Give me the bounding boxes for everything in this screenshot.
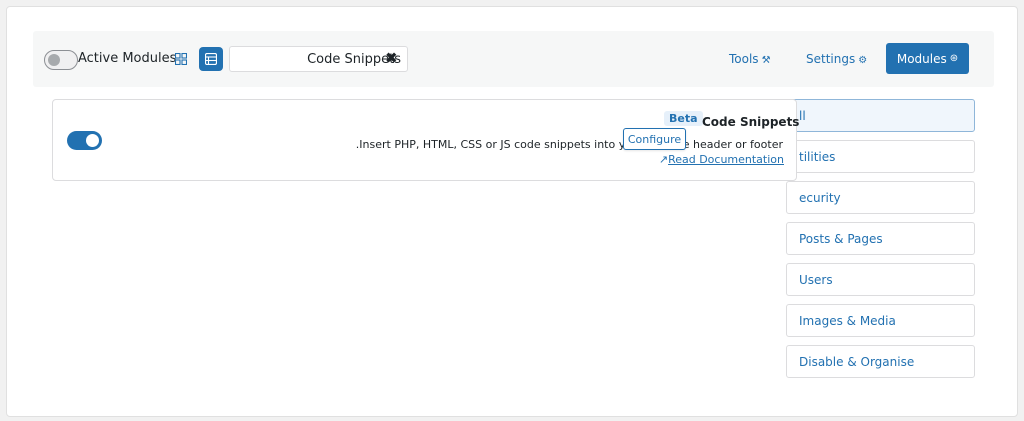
tools-nav-link[interactable]: Tools ⚒ bbox=[729, 52, 771, 66]
category-all[interactable]: ll bbox=[786, 99, 975, 132]
module-enable-toggle[interactable] bbox=[67, 131, 102, 150]
active-modules-label: Active Modules bbox=[78, 51, 177, 66]
list-view-button[interactable] bbox=[199, 47, 223, 71]
external-link-icon: ↗ bbox=[658, 153, 669, 166]
tools-label: Tools bbox=[729, 52, 759, 66]
cube-icon: ⊛ bbox=[949, 53, 959, 64]
modules-nav-button[interactable]: Modules ⊛ bbox=[886, 43, 969, 74]
beta-badge: Beta bbox=[664, 111, 703, 126]
gear-icon: ⚙ bbox=[858, 55, 868, 66]
module-search-input[interactable]: Code Snippets bbox=[229, 46, 408, 72]
category-utilities[interactable]: tilities bbox=[786, 140, 975, 173]
category-posts-pages[interactable]: Posts & Pages bbox=[786, 222, 975, 255]
toggle-knob bbox=[86, 134, 99, 147]
module-description: .Insert PHP, HTML, CSS or JS code snippe… bbox=[355, 138, 783, 151]
settings-nav-link[interactable]: Settings ⚙ bbox=[806, 52, 867, 66]
category-security[interactable]: ecurity bbox=[786, 181, 975, 214]
grid-icon bbox=[175, 53, 187, 65]
category-users[interactable]: Users bbox=[786, 263, 975, 296]
category-images-media[interactable]: Images & Media bbox=[786, 304, 975, 337]
category-disable-organise[interactable]: Disable & Organise bbox=[786, 345, 975, 378]
configure-button[interactable]: Configure bbox=[623, 128, 686, 150]
settings-label: Settings bbox=[806, 52, 856, 66]
read-documentation-label: Read Documentation bbox=[668, 153, 784, 166]
close-icon[interactable]: ✖ bbox=[385, 50, 398, 66]
toggle-knob bbox=[48, 54, 60, 66]
active-modules-toggle[interactable] bbox=[44, 50, 78, 70]
modules-label: Modules bbox=[896, 51, 947, 66]
module-title: Code Snippets bbox=[702, 115, 800, 129]
read-documentation-link[interactable]: ↗Read Documentation bbox=[659, 153, 784, 166]
wrench-icon: ⚒ bbox=[761, 55, 771, 66]
grid-view-button[interactable] bbox=[170, 48, 192, 70]
list-icon bbox=[205, 53, 217, 65]
